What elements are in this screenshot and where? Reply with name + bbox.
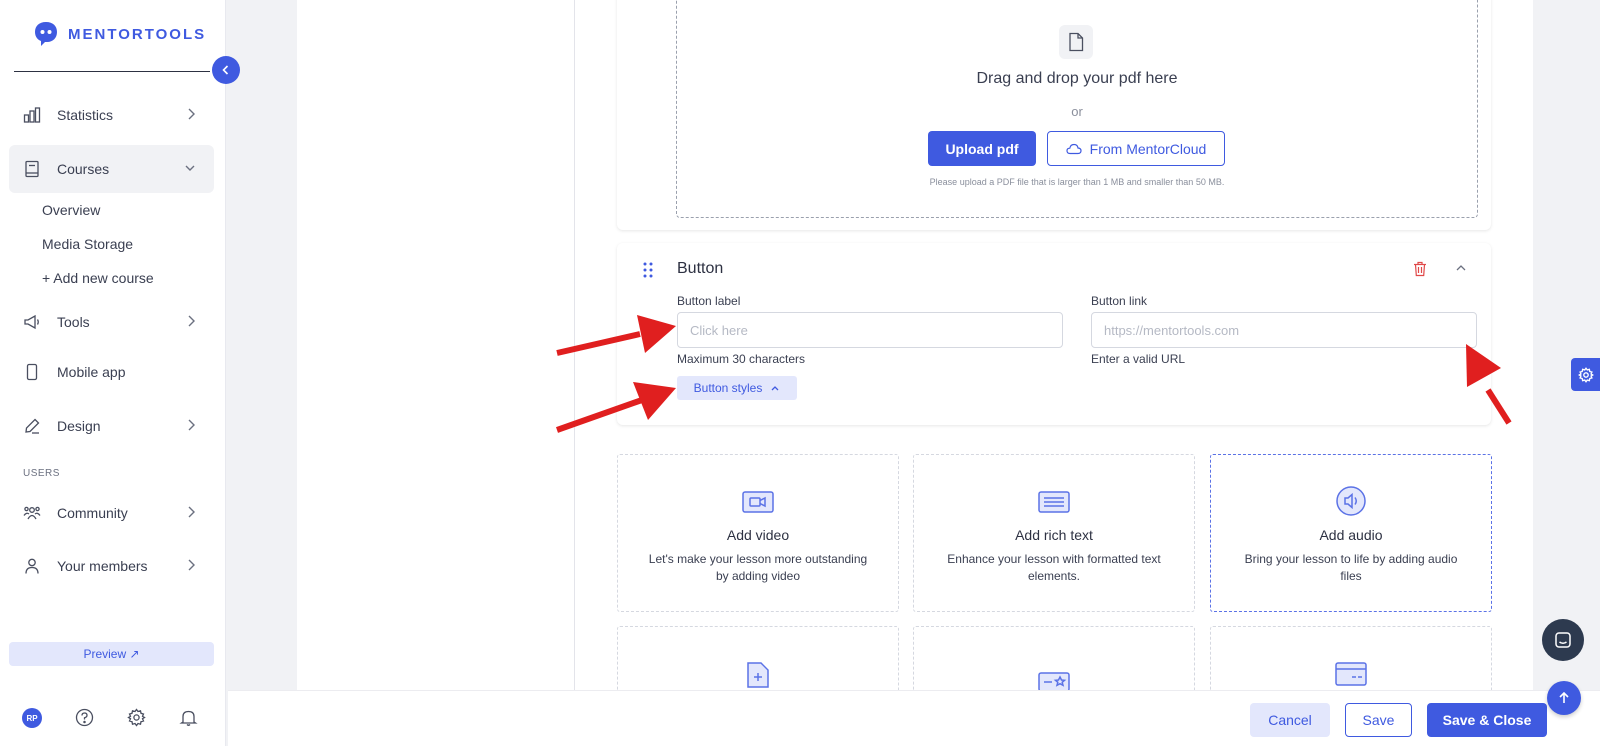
preview-button[interactable]: Preview ↗ bbox=[9, 642, 214, 666]
pencil-icon bbox=[23, 417, 41, 435]
community-icon bbox=[23, 504, 41, 522]
user-icon bbox=[23, 557, 41, 575]
trash-icon[interactable] bbox=[1413, 261, 1427, 277]
sidebar-item-statistics[interactable]: Statistics bbox=[9, 91, 214, 139]
chevron-down-icon bbox=[185, 165, 195, 171]
sidebar-item-label: Mobile app bbox=[57, 364, 126, 380]
sidebar-item-design[interactable]: Design bbox=[9, 402, 214, 450]
button-styles-toggle[interactable]: Button styles bbox=[677, 376, 797, 400]
add-video-title: Add video bbox=[726, 527, 790, 543]
add-rich-text-card[interactable]: Add rich text Enhance your lesson with f… bbox=[913, 454, 1195, 612]
megaphone-icon bbox=[23, 313, 41, 331]
chevron-right-icon bbox=[188, 559, 195, 571]
drag-handle-icon[interactable] bbox=[642, 261, 654, 279]
rich-text-icon bbox=[914, 489, 1194, 515]
sidebar-item-label: Design bbox=[57, 418, 101, 434]
scroll-to-top-button[interactable] bbox=[1547, 681, 1581, 715]
audio-icon bbox=[1211, 486, 1491, 517]
sidebar-item-tools[interactable]: Tools bbox=[9, 298, 214, 346]
upload-pdf-button[interactable]: Upload pdf bbox=[928, 131, 1036, 166]
sidebar-subitem-overview[interactable]: Overview bbox=[42, 202, 100, 218]
chevron-right-icon bbox=[188, 315, 195, 327]
button-label-input[interactable] bbox=[677, 312, 1063, 348]
cloud-icon bbox=[1066, 143, 1082, 154]
avatar[interactable]: RP bbox=[22, 708, 42, 728]
help-icon[interactable] bbox=[75, 708, 94, 727]
rating-icon bbox=[914, 671, 1194, 691]
settings-tab[interactable] bbox=[1571, 358, 1600, 391]
video-icon bbox=[618, 489, 898, 515]
gear-icon[interactable] bbox=[127, 708, 146, 727]
sidebar-subitem-add-course[interactable]: + Add new course bbox=[42, 270, 154, 286]
add-rich-text-desc: Enhance your lesson with formatted text … bbox=[947, 552, 1161, 583]
chevron-right-icon bbox=[188, 108, 195, 120]
sidebar-item-mobile-app[interactable]: Mobile app bbox=[9, 348, 214, 396]
add-video-card[interactable]: Add video Let's make your lesson more ou… bbox=[617, 454, 899, 612]
from-mentorcloud-button[interactable]: From MentorCloud bbox=[1047, 131, 1225, 166]
sidebar-item-community[interactable]: Community bbox=[9, 489, 214, 537]
block-title: Button bbox=[677, 260, 724, 277]
file-plus-icon bbox=[618, 661, 898, 689]
sidebar: MENTORTOOLS Statistics Courses Overview … bbox=[0, 0, 226, 746]
sidebar-item-label: Your members bbox=[57, 558, 148, 574]
bar-chart-icon bbox=[23, 106, 41, 124]
button-link-hint: Enter a valid URL bbox=[1091, 352, 1186, 366]
logo[interactable]: MENTORTOOLS bbox=[32, 20, 206, 48]
sidebar-subitem-media-storage[interactable]: Media Storage bbox=[42, 236, 133, 252]
add-audio-desc: Bring your lesson to life by adding audi… bbox=[1244, 552, 1458, 583]
dropzone-or: or bbox=[1071, 104, 1083, 119]
add-audio-title: Add audio bbox=[1319, 527, 1383, 543]
save-button[interactable]: Save bbox=[1345, 703, 1412, 737]
dropzone-hint: Please upload a PDF file that is larger … bbox=[929, 177, 1225, 187]
button-link-field-label: Button link bbox=[1091, 294, 1148, 308]
collapse-sidebar-button[interactable] bbox=[212, 56, 240, 84]
add-audio-card[interactable]: Add audio Bring your lesson to life by a… bbox=[1210, 454, 1492, 612]
chevron-left-icon bbox=[222, 65, 229, 75]
gear-icon bbox=[1577, 366, 1594, 383]
button-label-hint: Maximum 30 characters bbox=[677, 352, 806, 366]
brand-name: MENTORTOOLS bbox=[68, 25, 207, 43]
book-icon bbox=[23, 160, 41, 178]
chevron-right-icon bbox=[188, 506, 195, 518]
chevron-right-icon bbox=[188, 419, 195, 431]
browser-window-icon bbox=[1211, 661, 1491, 687]
sidebar-item-your-members[interactable]: Your members bbox=[9, 542, 214, 590]
sidebar-item-label: Tools bbox=[57, 314, 90, 330]
sidebar-item-label: Community bbox=[57, 505, 128, 521]
arrow-up-icon bbox=[1559, 691, 1569, 703]
chat-icon bbox=[1555, 632, 1571, 648]
cancel-button[interactable]: Cancel bbox=[1250, 703, 1330, 737]
button-styles-label: Button styles bbox=[693, 381, 763, 395]
add-rich-text-title: Add rich text bbox=[1015, 527, 1093, 543]
column-divider bbox=[574, 0, 575, 690]
save-close-button[interactable]: Save & Close bbox=[1427, 703, 1547, 737]
sidebar-divider bbox=[14, 71, 210, 72]
chevron-up-icon[interactable] bbox=[1455, 263, 1467, 273]
sidebar-item-label: Courses bbox=[57, 161, 110, 177]
chat-launcher[interactable] bbox=[1542, 619, 1584, 661]
button-label-field-label: Button label bbox=[677, 294, 741, 308]
sidebar-item-courses[interactable]: Courses bbox=[9, 145, 214, 193]
phone-icon bbox=[23, 363, 41, 381]
sidebar-item-label: Statistics bbox=[57, 107, 114, 123]
file-icon bbox=[1059, 25, 1093, 59]
logo-icon bbox=[35, 22, 57, 46]
dropzone-title: Drag and drop your pdf here bbox=[976, 70, 1178, 87]
bell-icon[interactable] bbox=[179, 708, 198, 727]
add-video-desc: Let's make your lesson more outstanding … bbox=[648, 552, 868, 583]
from-mentorcloud-label: From MentorCloud bbox=[1089, 140, 1207, 157]
section-label-users: USERS bbox=[23, 468, 60, 479]
chevron-up-icon bbox=[771, 386, 779, 391]
button-link-input[interactable] bbox=[1091, 312, 1477, 348]
